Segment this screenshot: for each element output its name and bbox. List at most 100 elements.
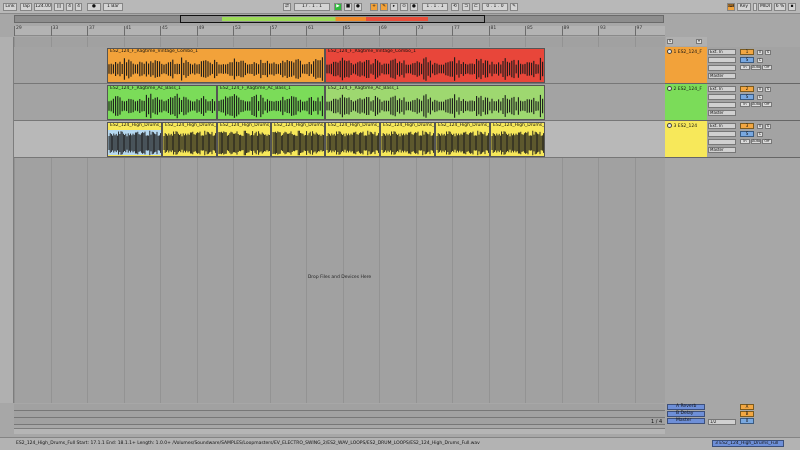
audio-clip[interactable]: ES2_124_High_Drums_Full (380, 122, 435, 157)
track-name[interactable]: 1 ES2_124_F (667, 49, 705, 55)
audio-clip[interactable]: ES2_124_F_Ragtime_Vintage_Combo_1 (325, 48, 545, 83)
output-select[interactable]: Master (708, 110, 736, 116)
tap-button[interactable]: Tap (20, 3, 32, 11)
stop-clip-icon[interactable]: S (765, 50, 771, 55)
return-lane-a[interactable] (14, 404, 665, 411)
pan-icon[interactable]: C (757, 95, 763, 100)
input-channel-select[interactable] (708, 131, 736, 137)
track-number-button[interactable]: 2 (740, 86, 754, 92)
solo-button[interactable]: S (740, 57, 754, 63)
punch-out-icon[interactable]: ⊏ (472, 3, 480, 11)
master-track-header[interactable]: Master (667, 418, 705, 424)
track-name[interactable]: 3 ES2_124 (667, 123, 705, 129)
horizontal-scrollbar[interactable] (14, 428, 665, 434)
audio-clip[interactable]: ES2_124_High_Drums_Full (162, 122, 217, 157)
track-header-2[interactable]: 2 ES2_124_F (665, 84, 707, 121)
capture-icon[interactable]: ⊙ (400, 3, 408, 11)
clip-title[interactable]: ES2_124_F_Ragtime_Ac_Bass_1 (218, 86, 324, 92)
clip-title[interactable]: ES2_124_High_Drums_Full (491, 123, 544, 129)
stop-clip-icon[interactable]: S (765, 87, 771, 92)
fold-icon[interactable]: ▾ (696, 39, 702, 44)
off-button[interactable]: Off (762, 65, 772, 70)
clip-title[interactable]: ES2_124_High_Drums_Full (272, 123, 324, 129)
input-channel-select[interactable] (708, 57, 736, 63)
audio-clip[interactable]: ES2_124_High_Drums_Full (271, 122, 325, 157)
arm-icon[interactable]: 0 (757, 50, 763, 55)
loop-switch-icon[interactable]: ⟲ (451, 3, 459, 11)
tempo-field[interactable]: 124.00 (34, 3, 52, 11)
metronome-icon[interactable]: ● (87, 3, 101, 11)
in-button[interactable]: In (740, 65, 750, 70)
overdub-icon[interactable]: + (370, 3, 378, 11)
quantization-select[interactable]: 1 Bar (103, 3, 123, 11)
signature-numerator[interactable]: 4 (66, 3, 73, 11)
clip-title[interactable]: ES2_124_High_Drums_Full (108, 123, 161, 129)
solo-button[interactable]: S (740, 94, 754, 100)
audio-clip[interactable]: ES2_124_F_Ragtime_Ac_Bass_1 (217, 85, 325, 120)
in-button[interactable]: In (740, 102, 750, 107)
audio-clip[interactable]: ES2_124_F_Ragtime_Ac_Bass_1 (325, 85, 545, 120)
arm-icon[interactable]: 0 (757, 87, 763, 92)
off-button[interactable]: Off (762, 139, 772, 144)
overview-view-window[interactable] (180, 15, 485, 23)
return-a-button[interactable]: A (740, 404, 754, 410)
audio-clip[interactable]: ES2_124_High_Drums_Full (217, 122, 271, 157)
input-type-select[interactable]: Ext. In (708, 49, 736, 55)
key-map-icon[interactable]: ⌨ (727, 3, 735, 11)
nudge-buttons[interactable]: ||| (54, 3, 64, 11)
off-button[interactable]: Off (762, 102, 772, 107)
return-b-button[interactable]: B (740, 411, 754, 417)
re-enable-automation-icon[interactable]: ▸ (390, 3, 398, 11)
key-map-button[interactable]: Key (737, 3, 751, 11)
pan-icon[interactable]: C (757, 58, 763, 63)
audio-clip[interactable]: ES2_124_High_Drums_Full (107, 122, 162, 157)
output-select[interactable]: Master (708, 73, 736, 79)
monitor-select[interactable] (708, 65, 736, 71)
record-icon[interactable]: ● (354, 3, 362, 11)
track-lane[interactable]: ES2_124_High_Drums_FullES2_124_High_Drum… (14, 121, 665, 158)
loop-length-field[interactable]: 0 . 1 . 0 (482, 3, 508, 11)
track-header-1[interactable]: 1 ES2_124_F (665, 47, 707, 84)
play-icon[interactable]: ▶ (334, 3, 342, 11)
clip-title[interactable]: ES2_124_High_Drums_Full (163, 123, 216, 129)
clip-title[interactable]: ES2_124_High_Drums_Full (381, 123, 434, 129)
clip-title[interactable]: ES2_124_F_Ragtime_Vintage_Combo_1 (326, 49, 544, 55)
clip-title[interactable]: ES2_124_High_Drums_Full (218, 123, 270, 129)
input-channel-select[interactable] (708, 94, 736, 100)
session-record-icon[interactable]: ● (410, 3, 418, 11)
loop-start-field[interactable]: 1 . 1 . 1 (422, 3, 448, 11)
track-number-button[interactable]: 3 (740, 123, 754, 129)
monitor-select[interactable] (708, 139, 736, 145)
track-name[interactable]: 2 ES2_124_F (667, 86, 705, 92)
return-lane-b[interactable] (14, 411, 665, 418)
master-lane[interactable] (14, 418, 665, 425)
track-activator-icon[interactable] (667, 49, 672, 54)
track-lane[interactable]: ES2_124_F_Ragtime_Vintage_Combo_1 ES2_124… (14, 47, 665, 84)
arrangement-position[interactable]: 17 . 1 . 1 (294, 3, 330, 11)
draw-mode-icon[interactable]: ✎ (510, 3, 518, 11)
in-button[interactable]: In (740, 139, 750, 144)
input-type-select[interactable]: Ext. In (708, 123, 736, 129)
track-header-3[interactable]: 3 ES2_124 (665, 121, 707, 158)
track-activator-icon[interactable] (667, 123, 672, 128)
master-cue-button[interactable]: 0 (740, 418, 754, 424)
master-output-select[interactable]: 1/2 (708, 419, 736, 425)
track-activator-icon[interactable] (667, 86, 672, 91)
solo-button[interactable]: S (740, 131, 754, 137)
auto-button[interactable]: Auto (751, 139, 761, 144)
audio-clip[interactable]: ES2_124_High_Drums_Full (325, 122, 380, 157)
track-lane[interactable]: ES2_124_F_Ragtime_Ac_Bass_1 ES2_124_F_Rag… (14, 84, 665, 121)
return-track-a-header[interactable]: A Reverb (667, 404, 705, 410)
monitor-select[interactable] (708, 102, 736, 108)
stop-clip-icon[interactable]: S (765, 124, 771, 129)
track-number-button[interactable]: 1 (740, 49, 754, 55)
stop-icon[interactable]: ■ (344, 3, 352, 11)
beat-time-ruler[interactable]: 29 33 37 41 45 49 53 57 61 65 69 73 77 81 85 89 93 97 (14, 26, 665, 36)
audio-clip[interactable]: ES2_124_F_Ragtime_Vintage_Combo_1 (107, 48, 325, 83)
auto-button[interactable]: Auto (751, 102, 761, 107)
audio-clip[interactable]: ES2_124_High_Drums_Full (435, 122, 490, 157)
pan-icon[interactable]: C (757, 132, 763, 137)
link-button[interactable]: Link (3, 3, 17, 11)
clip-title[interactable]: ES2_124_High_Drums_Full (326, 123, 379, 129)
clip-title[interactable]: ES2_124_F_Ragtime_Ac_Bass_1 (326, 86, 544, 92)
